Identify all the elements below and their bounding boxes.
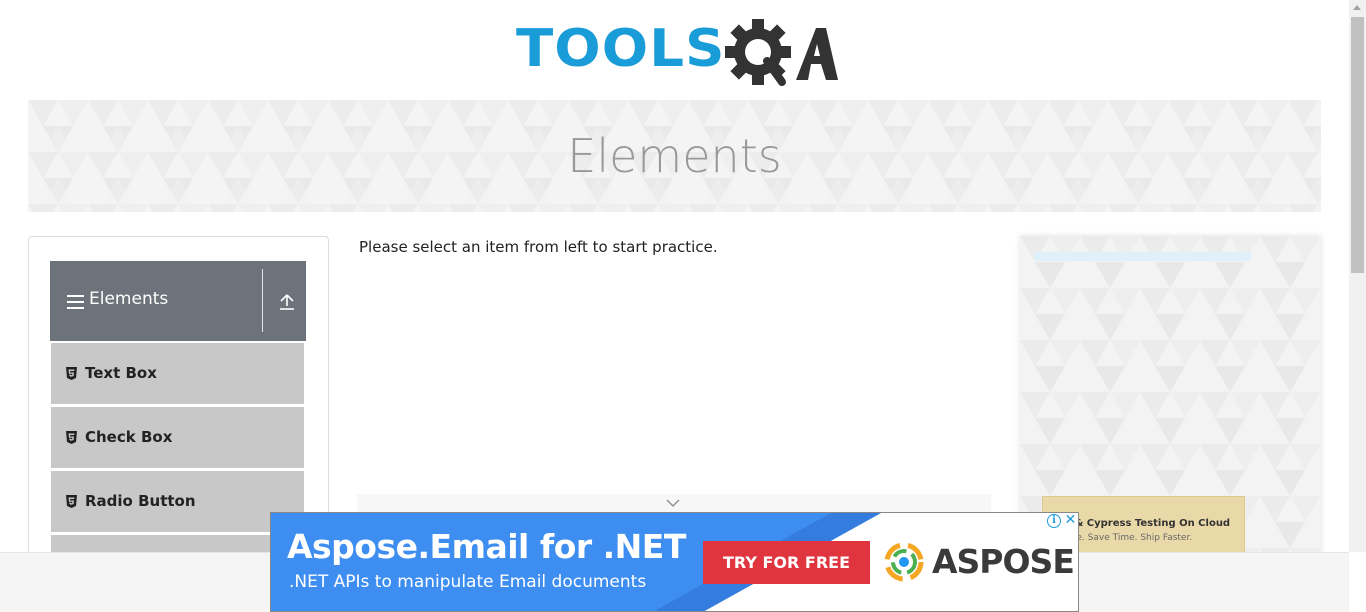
toolsqa-logo[interactable]: TOOLS (516, 14, 838, 92)
page-banner: Elements (28, 100, 1321, 212)
upload-icon[interactable] (279, 293, 295, 311)
ad-subtitle: .NET APIs to manipulate Email documents (289, 572, 647, 592)
chevron-down-icon[interactable] (666, 498, 680, 508)
header-divider (262, 269, 263, 332)
try-for-free-button[interactable]: TRY FOR FREE (703, 541, 870, 584)
ad-close-icon[interactable]: ✕ (1063, 513, 1078, 528)
gear-magnifier-icon (725, 19, 838, 86)
html5-icon (66, 367, 77, 380)
sidebar-item-check-box[interactable]: Check Box (51, 407, 304, 468)
elements-group-header[interactable]: Elements (50, 261, 306, 341)
sidebar-item-radio-button[interactable]: Radio Button (51, 471, 304, 532)
aspose-logo-icon (884, 542, 924, 582)
page-title: Elements (567, 129, 782, 183)
scroll-up-arrow-icon[interactable] (1353, 5, 1361, 10)
instruction-text: Please select an item from left to start… (359, 238, 718, 256)
logo-text-tools: TOOLS (516, 19, 726, 79)
scrollbar-thumb[interactable] (1351, 17, 1364, 273)
aspose-brand: ASPOSE (932, 542, 1075, 581)
ad-loading-bar (1034, 252, 1251, 261)
page: TOOLS Elements Elements Text Box Check B… (0, 0, 1366, 612)
html5-icon (66, 431, 77, 444)
ad-title: Aspose.Email for .NET (287, 527, 686, 566)
sidebar-item-label: Check Box (85, 428, 173, 446)
html5-icon (66, 495, 77, 508)
ad-info-icon[interactable]: i (1047, 514, 1061, 528)
sidebar-item-text-box[interactable]: Text Box (51, 343, 304, 404)
sidebar-item-label: Text Box (85, 364, 157, 382)
menu-icon (67, 295, 84, 309)
header: TOOLS (0, 0, 1349, 100)
aspose-ad-banner[interactable]: Aspose.Email for .NET .NET APIs to manip… (270, 512, 1079, 612)
group-title: Elements (89, 289, 169, 309)
sidebar-item-label: Radio Button (85, 492, 196, 510)
